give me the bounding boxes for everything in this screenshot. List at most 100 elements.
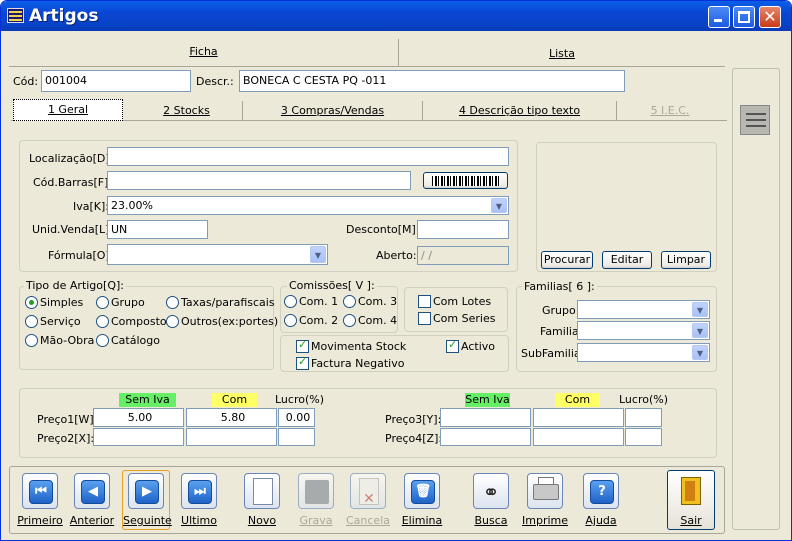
app-icon [7,8,24,23]
unid-input[interactable]: UN [107,220,208,239]
familia-select[interactable]: ▼ [577,321,710,340]
radio-com4[interactable] [343,314,356,327]
procurar-button[interactable]: Procurar [541,251,593,269]
seguinte-button[interactable]: ▶ Seguinte [122,470,172,530]
ultimo-label: Ultimo [181,514,217,527]
tab-compras-vendas[interactable]: 3 Compras/Vendas [243,101,423,121]
radio-composto-label: Composto [111,315,167,328]
folder-list-icon[interactable] [740,105,770,135]
descr-label: Descr.: [196,75,234,88]
radio-simples[interactable] [25,296,38,309]
descr-input[interactable]: BONECA C CESTA PQ -011 [239,70,625,92]
codbarras-input[interactable] [107,171,411,190]
radio-servico[interactable] [25,315,38,328]
ultimo-button[interactable]: ⏭ Ultimo [176,471,222,531]
printer-icon [533,477,559,500]
preco3-lucro-input[interactable] [625,408,662,427]
chevron-down-icon[interactable]: ▼ [692,323,708,338]
formula-select[interactable]: ▼ [107,244,328,265]
preco3-sem-iva-input[interactable] [440,408,531,427]
radio-simples-label: Simples [40,296,84,309]
imprime-button[interactable]: Imprime [522,471,568,531]
cod-label: Cód: [13,75,39,88]
factura-negativo-checkbox[interactable] [296,355,309,370]
preco4-com-iva-input[interactable] [533,428,624,446]
editar-button[interactable]: Editar [602,251,652,269]
sair-button[interactable]: Sair [667,470,715,530]
tipo-artigo-label: Tipo de Artigo[Q]: [24,279,126,292]
first-icon: ⏮ [29,480,53,504]
title-bar[interactable]: Artigos ✕ [1,1,791,31]
radio-grupo[interactable] [96,296,109,309]
radio-com1[interactable] [284,295,297,308]
tab-stocks[interactable]: 2 Stocks [131,101,243,121]
imprime-label: Imprime [522,514,569,527]
anterior-button[interactable]: ◀ Anterior [69,471,115,531]
novo-button[interactable]: Novo [239,471,285,531]
maximize-button[interactable] [733,6,755,28]
preco4-sem-iva-input[interactable] [440,428,531,446]
tab-ficha[interactable]: Ficha [9,39,399,67]
ajuda-label: Ajuda [585,514,617,527]
radio-com3-label: Com. 3 [358,295,398,308]
tab-lista[interactable]: Lista [399,39,725,67]
preco1-label: Preço1[W]: [37,413,98,426]
chevron-down-icon[interactable]: ▼ [491,198,507,213]
iva-select[interactable]: 23.00% ▼ [107,196,509,215]
preco2-lucro-input[interactable] [278,428,315,446]
com-lotes-checkbox[interactable] [418,295,431,308]
ajuda-button[interactable]: ? Ajuda [578,471,624,531]
movimenta-stock-checkbox[interactable] [296,338,309,353]
primeiro-button[interactable]: ⏮ Primeiro [17,471,63,531]
radio-com2[interactable] [284,314,297,327]
new-document-icon [253,478,273,505]
preco1-sem-iva-input[interactable]: 5.00 [93,408,184,427]
radio-composto[interactable] [96,315,109,328]
preco1-com-iva-input[interactable]: 5.80 [186,408,277,427]
chevron-down-icon[interactable]: ▼ [692,345,708,360]
radio-com4-label: Com. 4 [358,314,398,327]
cod-input[interactable]: 001004 [41,70,191,92]
anterior-label: Anterior [69,514,115,527]
activo-checkbox[interactable] [446,338,459,353]
desconto-input[interactable] [417,220,509,239]
binoculars-icon: ⚭ [482,480,500,504]
tab-descricao[interactable]: 4 Descrição tipo texto [423,101,617,121]
limpar-button[interactable]: Limpar [661,251,711,269]
radio-outros[interactable] [166,315,179,328]
radio-taxas[interactable] [166,296,179,309]
preco1-lucro-input[interactable]: 0.00 [278,408,315,427]
close-button[interactable]: ✕ [759,6,781,28]
novo-label: Novo [247,514,277,527]
radio-catalogo[interactable] [96,334,109,347]
radio-outros-label: Outros(ex:portes) [181,315,279,328]
radio-grupo-label: Grupo [111,296,145,309]
com-series-checkbox[interactable] [418,312,431,325]
sem-iva-header-1: Sem Iva [119,393,176,407]
elimina-button[interactable]: 🗑 Elimina [399,471,445,531]
busca-button[interactable]: ⚭ Busca [468,471,514,531]
radio-com3[interactable] [343,295,356,308]
busca-label: Busca [474,514,508,527]
trash-icon: 🗑 [411,480,435,504]
tab-geral[interactable]: 1 Geral [13,99,123,121]
localizacao-input[interactable] [107,147,509,166]
preco2-com-iva-input[interactable] [186,428,277,446]
preco2-sem-iva-input[interactable] [93,428,184,446]
preco3-label: Preço3[Y]: [385,413,442,426]
aberto-label: Aberto: [376,249,417,262]
barcode-button[interactable] [423,172,508,189]
codbarras-label: Cód.Barras[F]: [33,176,113,189]
next-icon: ▶ [135,480,159,504]
radio-mao-obra[interactable] [25,334,38,347]
preco3-com-iva-input[interactable] [533,408,624,427]
chevron-down-icon[interactable]: ▼ [692,302,708,317]
minimize-button[interactable] [708,6,730,28]
subfamilia-select[interactable]: ▼ [577,343,710,362]
chevron-down-icon[interactable]: ▼ [310,246,326,263]
tab-stocks-label: 2 Stocks [163,104,210,117]
subfamilia-label: SubFamilia: [521,347,585,360]
preco4-lucro-input[interactable] [625,428,662,446]
seguinte-label: Seguinte [123,514,172,527]
grupo-select[interactable]: ▼ [577,300,710,319]
